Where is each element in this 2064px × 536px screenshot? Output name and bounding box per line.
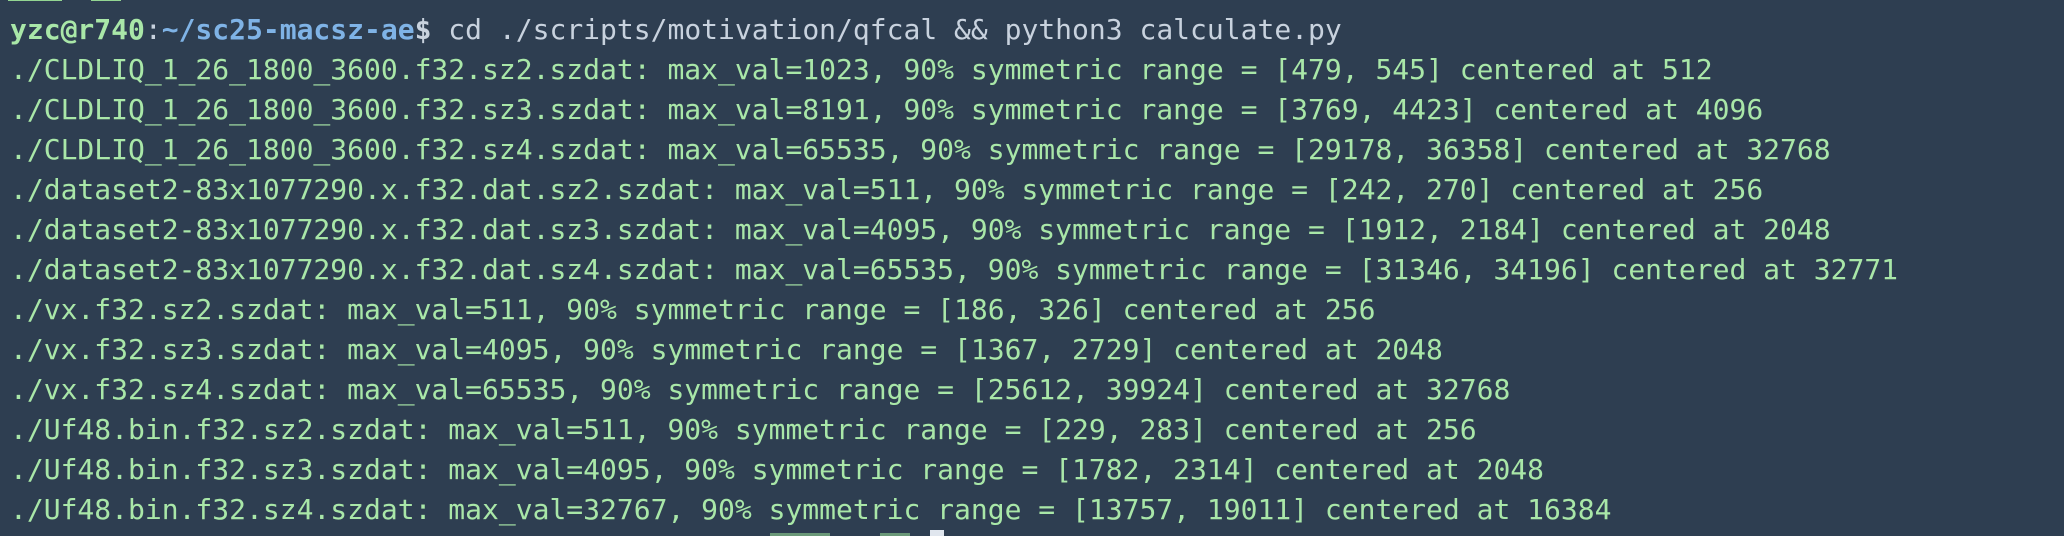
output-line: ./CLDLIQ_1_26_1800_3600.f32.sz2.szdat: m… (10, 53, 1713, 86)
command-text: cd ./scripts/motivation/qfcal && python3… (431, 13, 1342, 46)
output-line: ./Uf48.bin.f32.sz2.szdat: max_val=511, 9… (10, 413, 1477, 446)
output-line: ./Uf48.bin.f32.sz4.szdat: max_val=32767,… (10, 493, 1612, 526)
prompt-symbol: $ (414, 13, 432, 46)
prompt-path: ~/sc25-macsz-ae (161, 13, 415, 46)
text-fragment (90, 0, 121, 1)
text-fragment (8, 0, 62, 1)
prompt-user-host: yzc@r740 (10, 13, 145, 46)
scrolled-line-fragment (8, 0, 133, 6)
terminal-window[interactable]: yzc@r740:~/sc25-macsz-ae$ cd ./scripts/m… (0, 0, 2064, 536)
terminal-cursor (930, 530, 944, 536)
output-line: ./vx.f32.sz2.szdat: max_val=511, 90% sym… (10, 293, 1376, 326)
prompt-line: yzc@r740:~/sc25-macsz-ae$ cd ./scripts/m… (10, 10, 2064, 50)
terminal-output: yzc@r740:~/sc25-macsz-ae$ cd ./scripts/m… (10, 10, 2064, 530)
output-line: ./dataset2-83x1077290.x.f32.dat.sz3.szda… (10, 213, 1831, 246)
output-line: ./vx.f32.sz3.szdat: max_val=4095, 90% sy… (10, 333, 1443, 366)
output-line: ./CLDLIQ_1_26_1800_3600.f32.sz3.szdat: m… (10, 93, 1764, 126)
output-line: ./vx.f32.sz4.szdat: max_val=65535, 90% s… (10, 373, 1511, 406)
output-line: ./CLDLIQ_1_26_1800_3600.f32.sz4.szdat: m… (10, 133, 1831, 166)
output-line: ./dataset2-83x1077290.x.f32.dat.sz2.szda… (10, 173, 1764, 206)
output-line: ./dataset2-83x1077290.x.f32.dat.sz4.szda… (10, 253, 1899, 286)
output-line: ./Uf48.bin.f32.sz3.szdat: max_val=4095, … (10, 453, 1545, 486)
prompt-separator: : (144, 13, 162, 46)
